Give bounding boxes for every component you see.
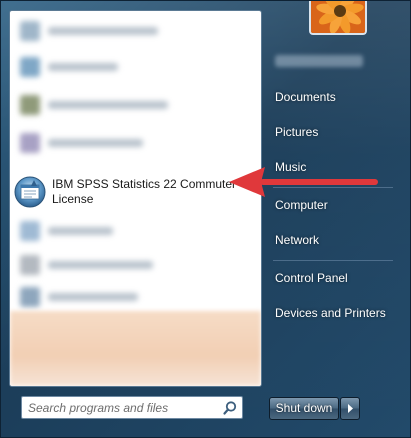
list-item[interactable] <box>16 91 254 119</box>
list-item-label <box>48 293 138 301</box>
flower-picture <box>311 1 365 33</box>
app-icon <box>20 287 40 307</box>
user-name-blurred <box>275 55 363 67</box>
right-item-pictures[interactable]: Pictures <box>267 117 399 147</box>
search-input[interactable]: Search programs and files <box>21 396 243 419</box>
list-item-label <box>48 227 113 235</box>
user-account-picture[interactable] <box>309 1 367 35</box>
shutdown-button[interactable]: Shut down <box>269 397 339 420</box>
list-item-label <box>48 63 118 71</box>
spss-commuter-license-label: IBM SPSS Statistics 22 Commuter License <box>52 177 237 206</box>
app-icon <box>20 255 40 275</box>
right-item-network[interactable]: Network <box>267 225 399 255</box>
app-icon <box>20 57 40 77</box>
search-placeholder: Search programs and files <box>28 401 169 415</box>
app-icon <box>20 221 40 241</box>
right-item-control-panel[interactable]: Control Panel <box>267 263 399 293</box>
app-icon <box>20 95 40 115</box>
search-icon[interactable] <box>222 400 238 416</box>
app-icon <box>20 21 40 41</box>
list-item-spss-commuter-license[interactable]: IBM SPSS Statistics 22 Commuter License <box>10 169 261 214</box>
shutdown-options-button[interactable] <box>340 397 360 420</box>
spss-app-icon <box>14 176 46 208</box>
list-item-label <box>48 261 153 269</box>
chevron-right-icon <box>348 404 353 413</box>
list-item[interactable] <box>16 217 254 245</box>
right-pane-separator <box>273 260 393 261</box>
list-item-label <box>48 27 158 35</box>
list-item[interactable] <box>16 251 254 279</box>
app-icon <box>20 133 40 153</box>
list-item[interactable] <box>16 283 254 311</box>
list-item[interactable] <box>16 53 254 81</box>
list-item[interactable] <box>16 17 254 45</box>
recent-items-highlight <box>10 311 261 386</box>
right-item-devices-and-printers[interactable]: Devices and Printers <box>267 298 399 328</box>
list-item[interactable] <box>16 129 254 157</box>
start-menu: IBM SPSS Statistics 22 Commuter License … <box>0 0 411 438</box>
list-item-label <box>48 139 143 147</box>
list-item-label <box>48 101 168 109</box>
annotation-arrow <box>229 167 378 197</box>
right-item-documents[interactable]: Documents <box>267 82 399 112</box>
